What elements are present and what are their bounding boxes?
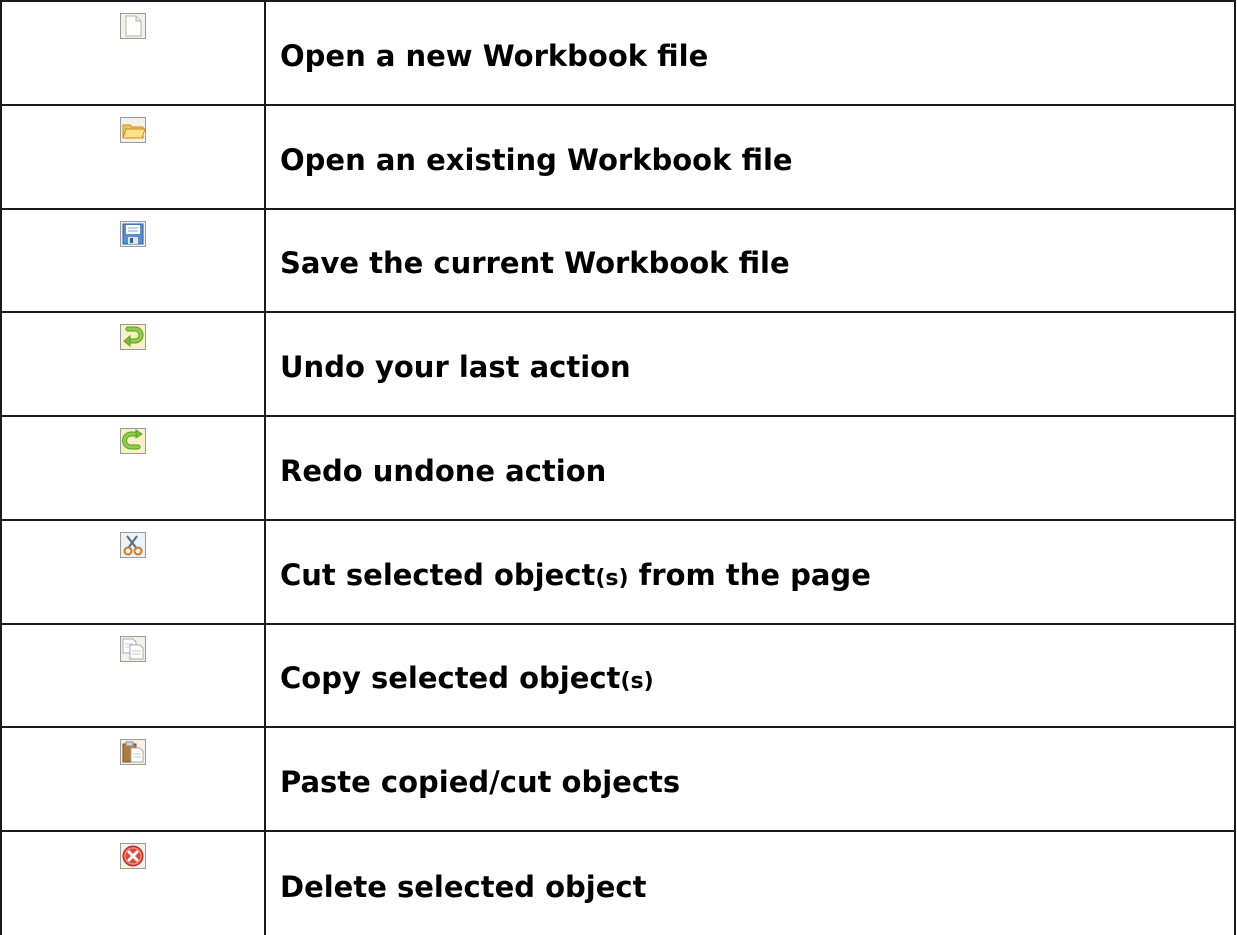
row-description: Redo undone action <box>264 415 1236 521</box>
table-row: Save the current Workbook file <box>0 207 1236 314</box>
icon-cell <box>0 415 266 521</box>
icon-cell <box>0 726 266 833</box>
undo-arrow-icon <box>120 324 146 351</box>
icon-cell <box>0 622 266 729</box>
icon-cell <box>0 830 266 935</box>
table-row: Paste copied/cut objects <box>0 726 1236 833</box>
table-row: Cut selected object(s) from the page <box>0 518 1236 625</box>
text-before: Copy selected object <box>280 661 621 696</box>
text-before: Cut selected object <box>280 557 596 592</box>
icon-cell <box>0 518 266 625</box>
row-description: Undo your last action <box>264 311 1236 418</box>
text-after: from the page <box>628 557 871 592</box>
table-row: Delete selected object <box>0 830 1236 935</box>
new-document-icon <box>120 13 146 39</box>
toolbar-reference-table: Open a new Workbook file Open an existin… <box>0 0 1236 935</box>
row-description: Paste copied/cut objects <box>264 726 1236 833</box>
row-description: Cut selected object(s) from the page <box>264 518 1236 625</box>
row-description: Open an existing Workbook file <box>264 103 1236 210</box>
icon-cell <box>0 103 266 210</box>
row-description: Copy selected object(s) <box>264 622 1236 729</box>
table-row: Copy selected object(s) <box>0 622 1236 729</box>
text-small: (s) <box>595 565 629 591</box>
copy-documents-icon <box>120 635 146 662</box>
row-description: Open a new Workbook file <box>264 0 1236 106</box>
icon-cell <box>0 0 266 106</box>
text-small: (s) <box>620 669 654 695</box>
clipboard-paste-icon <box>120 739 146 766</box>
icon-cell <box>0 311 266 418</box>
save-floppy-icon <box>120 220 146 247</box>
open-folder-icon <box>120 116 146 143</box>
redo-arrow-icon <box>120 428 146 455</box>
scissors-icon <box>120 531 146 558</box>
table-row: Undo your last action <box>0 311 1236 418</box>
icon-cell <box>0 207 266 314</box>
delete-x-icon <box>120 843 146 870</box>
row-description: Save the current Workbook file <box>264 207 1236 314</box>
table-row: Open an existing Workbook file <box>0 103 1236 210</box>
table-row: Redo undone action <box>0 415 1236 521</box>
row-description: Delete selected object <box>264 830 1236 935</box>
table-row: Open a new Workbook file <box>0 0 1236 106</box>
